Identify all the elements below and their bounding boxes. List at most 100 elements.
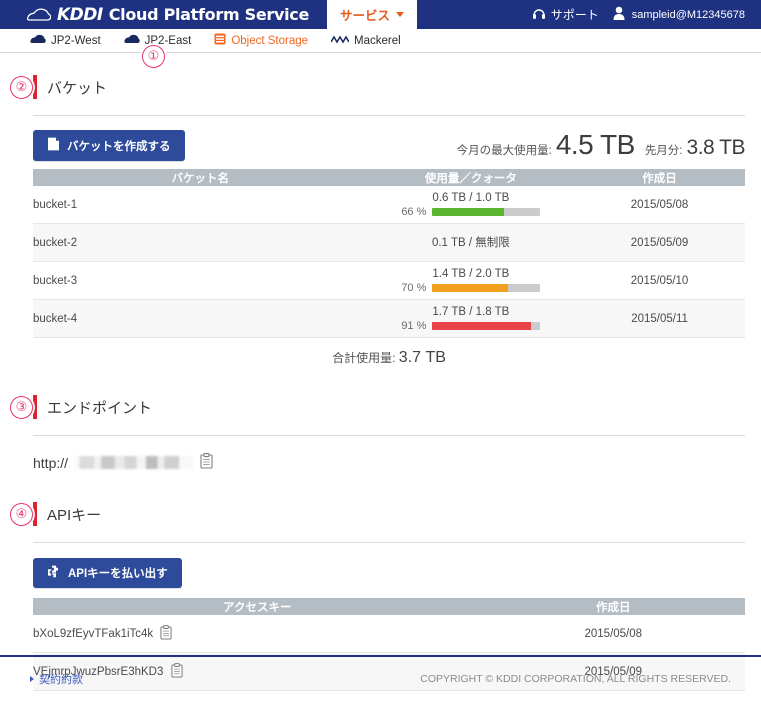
usage-text: 0.6 TB / 1.0 TB	[432, 192, 510, 204]
endpoint-value-row: http://	[33, 436, 745, 472]
issue-api-key-label: APIキーを払い出す	[68, 568, 168, 580]
usage-percent: 91 %	[401, 320, 427, 332]
total-usage-label: 合計使用量:	[332, 351, 396, 365]
bucket-toolbar: バケットを作成する 今月の最大使用量: 4.5 TB 先月分: 3.8 TB	[33, 116, 746, 169]
table-row[interactable]: bucket-3 1.4 TB / 2.0 TB 70 % 2015/05/10	[33, 261, 745, 300]
section-bucket: ② バケット バケットを作成する 今月の最大使用量: 4.5 TB 先月分: 3…	[10, 75, 746, 367]
apikey-section-heading: APIキー	[33, 502, 745, 526]
bucket-table-header-row: バケット名 使用量／クォータ 作成日	[33, 169, 745, 186]
puzzle-piece-icon	[47, 565, 61, 581]
cell-created-date: 2015/05/10	[574, 261, 745, 300]
terms-link[interactable]: 契約約款	[30, 671, 83, 687]
top-header-bar: KDDI Cloud Platform Service サービス サポート sa…	[0, 0, 761, 29]
apikey-toolbar: APIキーを払い出す	[33, 543, 745, 598]
support-link[interactable]: サポート	[532, 6, 599, 23]
support-label: サポート	[550, 8, 599, 22]
endpoint-host-masked	[75, 456, 194, 469]
usage-bar-track	[432, 284, 541, 292]
usage-percent: 70 %	[401, 282, 427, 294]
usage-percent: 66 %	[401, 206, 427, 218]
cell-bucket-name: bucket-2	[33, 223, 368, 262]
copyright-text: COPYRIGHT © KDDI CORPORATION, ALL RIGHTS…	[420, 673, 731, 685]
terms-link-label: 契約約款	[39, 674, 83, 686]
issue-api-key-button[interactable]: APIキーを払い出す	[33, 558, 182, 588]
bucket-table: バケット名 使用量／クォータ 作成日 bucket-1 0.6 TB / 1.0…	[33, 169, 745, 338]
column-header-usage-quota: 使用量／クォータ	[367, 169, 575, 186]
column-header-created: 作成日	[481, 598, 745, 615]
subnav-item-jp2-west[interactable]: JP2-West	[30, 34, 101, 47]
brand-suffix-text: Cloud Platform Service	[108, 5, 310, 24]
column-header-access-key: アクセスキー	[33, 598, 482, 615]
cell-usage-quota: 0.1 TB / 無制限	[367, 223, 575, 262]
create-bucket-label: バケットを作成する	[67, 140, 171, 153]
annotation-marker-1: ①	[142, 45, 165, 68]
subnav-item-object-storage[interactable]: Object Storage	[214, 33, 308, 48]
page-content: ② バケット バケットを作成する 今月の最大使用量: 4.5 TB 先月分: 3…	[0, 75, 761, 691]
column-header-bucket-name: バケット名	[33, 169, 368, 186]
bucket-total-usage: 合計使用量: 3.7 TB	[33, 338, 745, 367]
cell-bucket-name: bucket-3	[33, 261, 368, 300]
apikey-table-header-row: アクセスキー 作成日	[33, 598, 745, 615]
last-month-usage-value: 3.8 TB	[686, 136, 746, 159]
page-add-icon	[47, 137, 60, 154]
headset-icon	[532, 6, 546, 23]
endpoint-section-heading: エンドポイント	[33, 395, 745, 419]
cell-access-key: bXoL9zfEyvTFak1iTc4k	[33, 615, 482, 653]
cell-created-date: 2015/05/09	[574, 223, 745, 262]
brand-logo[interactable]: KDDI Cloud Platform Service	[0, 5, 309, 25]
user-id-label: sampleid@M12345678	[631, 8, 745, 21]
clipboard-copy-icon[interactable]	[200, 453, 213, 472]
page-title-endpoint: エンドポイント	[47, 399, 153, 417]
cell-bucket-name: bucket-4	[33, 299, 368, 338]
user-menu[interactable]: sampleid@M12345678	[613, 6, 745, 23]
month-usage-value: 4.5 TB	[555, 129, 635, 160]
subnav-item-mackerel[interactable]: Mackerel	[330, 34, 401, 47]
usage-bar-track	[432, 208, 541, 216]
subnav-label: JP2-West	[51, 34, 101, 47]
usage-bar-fill	[432, 322, 531, 330]
header-right-group: サポート sampleid@M12345678	[532, 6, 761, 23]
usage-bar-track	[432, 322, 541, 330]
region-subnav: JP2-West JP2-East Object Storage Mackere…	[0, 29, 761, 68]
zigzag-icon	[330, 34, 350, 47]
tab-service-label: サービス	[340, 9, 391, 23]
user-icon	[613, 6, 625, 23]
table-row[interactable]: bucket-1 0.6 TB / 1.0 TB 66 % 2015/05/08	[33, 186, 745, 224]
total-usage-value: 3.7 TB	[398, 349, 446, 366]
last-month-usage-label: 先月分:	[644, 145, 683, 157]
create-bucket-button[interactable]: バケットを作成する	[33, 130, 185, 161]
usage-text: 1.4 TB / 2.0 TB	[432, 268, 510, 280]
cell-created-date: 2015/05/11	[574, 299, 745, 338]
usage-bar-fill	[432, 284, 508, 292]
tab-service[interactable]: サービス	[327, 0, 418, 29]
page-title-apikey: APIキー	[47, 506, 102, 524]
table-row[interactable]: bXoL9zfEyvTFak1iTc4k 2015/05/08	[33, 615, 745, 653]
endpoint-protocol: http://	[33, 454, 69, 471]
chevron-down-icon	[396, 12, 405, 17]
cell-created-date: 2015/05/08	[481, 615, 745, 653]
subnav-label: Mackerel	[354, 34, 401, 47]
storage-icon	[214, 33, 226, 48]
cell-usage-quota: 1.7 TB / 1.8 TB 91 %	[367, 299, 575, 338]
subnav-label: Object Storage	[231, 34, 309, 47]
cell-usage-quota: 1.4 TB / 2.0 TB 70 %	[367, 261, 575, 300]
triangle-bullet-icon	[30, 676, 34, 682]
annotation-marker-3: ③	[10, 396, 33, 419]
column-header-created: 作成日	[574, 169, 745, 186]
page-footer: 契約約款 COPYRIGHT © KDDI CORPORATION, ALL R…	[0, 655, 761, 701]
usage-text: 1.7 TB / 1.8 TB	[432, 306, 510, 318]
clipboard-copy-icon[interactable]	[160, 624, 172, 643]
table-row[interactable]: bucket-2 0.1 TB / 無制限 2015/05/09	[33, 223, 745, 262]
page-title-bucket: バケット	[47, 79, 108, 97]
cloud-icon	[27, 8, 51, 21]
access-key-value: bXoL9zfEyvTFak1iTc4k	[33, 627, 154, 640]
cell-bucket-name: bucket-1	[33, 186, 368, 224]
brand-kddi-text: KDDI	[57, 4, 103, 25]
cloud-icon	[123, 34, 140, 47]
cloud-icon	[30, 34, 46, 47]
table-row[interactable]: bucket-4 1.7 TB / 1.8 TB 91 % 2015/05/11	[33, 299, 745, 338]
usage-bar-fill	[432, 208, 504, 216]
cell-usage-quota: 0.6 TB / 1.0 TB 66 %	[367, 186, 575, 224]
month-usage-label: 今月の最大使用量:	[456, 145, 552, 157]
bucket-section-heading: バケット	[33, 75, 745, 99]
